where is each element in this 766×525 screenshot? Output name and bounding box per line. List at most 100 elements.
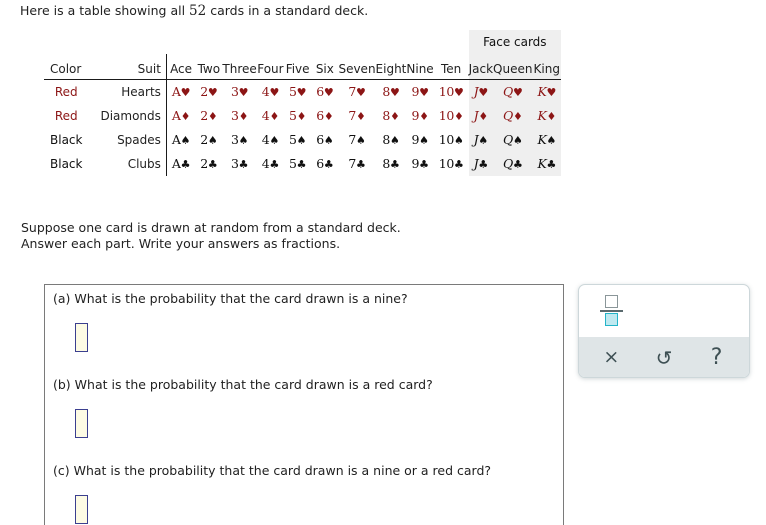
suit-pip-icon: ♠: [419, 134, 429, 147]
question-item: (a) What is the probability that the car…: [53, 291, 408, 352]
deck-table-body: Red Hearts A♥ 2♥ 3♥ 4♥ 5♥ 6♥ 7♥ 8♥ 9♥ 10♥ J♥ Q♥ K♥ Red D…: [44, 79, 562, 176]
question-item: (b) What is the probability that the car…: [53, 377, 433, 438]
card-cell: Q♣: [493, 151, 533, 176]
card-cell: J♠: [468, 127, 494, 152]
card-rank: K: [537, 108, 547, 123]
card-rank: 9: [411, 132, 420, 147]
question-label: (a) What is the probability that the car…: [53, 291, 408, 306]
suit-pip-icon: ♦: [390, 110, 400, 123]
answer-input[interactable]: [75, 495, 88, 524]
header-rank-four: Four: [256, 54, 285, 80]
card-rank: Q: [502, 132, 513, 147]
suit-pip-icon: ♦: [238, 110, 249, 123]
card-rank: 3: [231, 156, 239, 171]
face-banner-spacer: [44, 30, 469, 54]
card-cell: 10♦: [434, 104, 469, 128]
card-cell: J♣: [468, 151, 494, 176]
card-cell: A♣: [166, 152, 195, 176]
fraction-numerator-icon: [605, 295, 618, 308]
card-cell: 2♣: [195, 152, 222, 176]
card-cell: 4♦: [257, 104, 284, 128]
face-cards-group-header: Face cards: [468, 30, 562, 54]
card-cell: 4♥: [257, 80, 284, 104]
card-cell: 6♠: [311, 128, 338, 152]
suit-pip-icon: ♠: [296, 134, 307, 147]
card-cell: 2♠: [195, 128, 222, 152]
header-suit: Suit: [100, 54, 167, 80]
header-color: Color: [44, 54, 101, 80]
card-cell: J♥: [468, 79, 494, 104]
fraction-button[interactable]: [599, 294, 625, 328]
card-cell: Q♦: [493, 103, 533, 128]
card-cell: K♣: [532, 151, 562, 176]
suit-pip-icon: ♦: [356, 110, 366, 123]
suit-pip-icon: ♥: [269, 86, 280, 100]
cell-suit-spades: Spades: [100, 127, 167, 152]
suit-pip-icon: ♦: [419, 110, 429, 123]
suit-pip-icon: ♥: [238, 86, 249, 100]
card-cell: 2♦: [195, 104, 222, 128]
header-rank-eight: Eight: [375, 54, 407, 80]
card-rank: 5: [289, 108, 297, 123]
intro-text: Here is a table showing all 52 cards in …: [20, 3, 368, 19]
card-cell: 10♣: [434, 152, 469, 176]
card-rank: 5: [289, 132, 297, 147]
table-row: Black Clubs A♣ 2♣ 3♣ 4♣ 5♣ 6♣ 7♣ 8♣ 9♣ 10♣ J♣ Q♣ K♣: [44, 151, 562, 176]
card-cell: 6♥: [311, 80, 338, 104]
clear-icon[interactable]: ×: [594, 348, 628, 367]
deck-count: 52: [189, 3, 207, 19]
header-rank-jack: Jack: [468, 54, 494, 80]
suit-pip-icon: ♥: [323, 86, 334, 100]
card-rank: 9: [411, 108, 420, 123]
suit-pip-icon: ♦: [269, 110, 280, 123]
card-rank: Q: [502, 108, 513, 123]
card-rank: 9: [411, 156, 420, 171]
help-icon[interactable]: ?: [700, 346, 734, 369]
card-cell: 3♣: [222, 152, 256, 176]
card-rank: K: [537, 84, 547, 100]
answer-input[interactable]: [75, 323, 88, 352]
suit-pip-icon: ♣: [478, 158, 488, 171]
suit-pip-icon: ♦: [512, 110, 523, 123]
cell-suit-clubs: Clubs: [100, 151, 167, 176]
card-rank: A: [171, 156, 181, 171]
card-cell: 8♠: [376, 128, 407, 152]
card-cell: A♥: [166, 80, 195, 104]
suit-pip-icon: ♦: [296, 110, 307, 123]
card-rank: 5: [289, 84, 297, 100]
suit-pip-icon: ♦: [454, 110, 464, 123]
card-cell: K♥: [532, 79, 562, 104]
card-rank: Q: [502, 156, 513, 171]
card-cell: 3♦: [222, 104, 256, 128]
cell-color-spades: Black: [50, 132, 83, 147]
answer-input[interactable]: [75, 409, 88, 438]
suit-pip-icon: ♥: [546, 86, 557, 100]
undo-icon[interactable]: ↺: [647, 348, 681, 368]
card-cell: 8♣: [376, 152, 407, 176]
suit-pip-icon: ♠: [478, 134, 488, 147]
suit-pip-icon: ♦: [478, 110, 488, 123]
card-cell: 8♥: [376, 80, 407, 104]
suit-pip-icon: ♠: [512, 134, 523, 147]
card-rank: 10: [438, 108, 455, 123]
card-rank: Q: [502, 84, 513, 100]
card-rank: 8: [382, 132, 391, 147]
deck-table: Face cards Color Suit Ace Two Three Four Five S…: [44, 30, 562, 176]
card-cell: 8♦: [376, 104, 407, 128]
cell-color-diamonds: Red: [54, 108, 78, 123]
face-cards-banner-row: Face cards: [44, 30, 562, 54]
suit-pip-icon: ♣: [390, 158, 400, 171]
card-cell: 7♦: [338, 104, 375, 128]
card-cell: J♦: [468, 103, 494, 128]
suit-pip-icon: ♠: [356, 134, 366, 147]
prompt-line-2: Answer each part. Write your answers as …: [21, 236, 341, 251]
card-rank: 8: [382, 108, 391, 123]
suit-pip-icon: ♥: [478, 86, 488, 100]
card-rank: 3: [231, 108, 239, 123]
intro-after: cards in a standard deck.: [206, 3, 369, 18]
card-cell: 9♠: [406, 128, 433, 152]
card-cell: 4♠: [257, 128, 284, 152]
header-rank-queen: Queen: [493, 54, 533, 80]
card-cell: 5♦: [284, 104, 311, 128]
suit-pip-icon: ♦: [207, 110, 218, 123]
